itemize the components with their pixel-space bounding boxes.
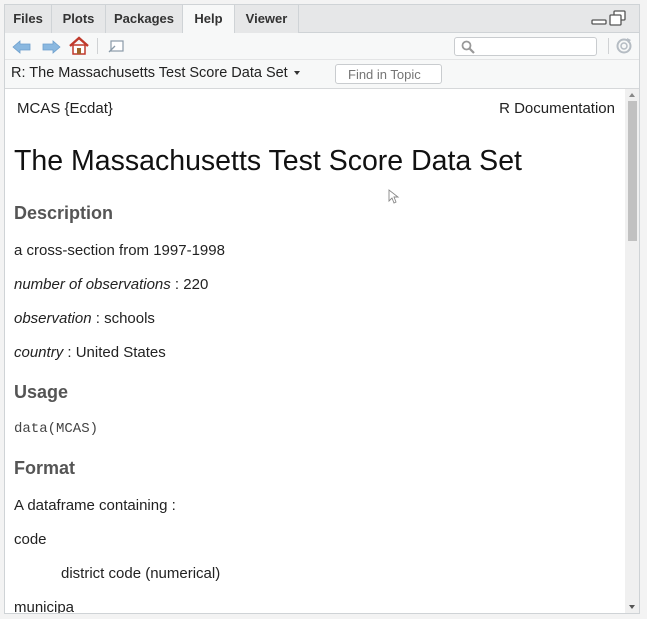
field-label: number of observations [14,276,171,293]
topic-title: R: The Massachusetts Test Score Data Set [11,65,288,81]
toolbar-separator [608,38,609,54]
tab-help[interactable]: Help [183,5,235,34]
scroll-down-icon[interactable] [629,605,635,609]
field-label: observation [14,310,92,327]
tab-packages[interactable]: Packages [106,5,183,33]
toolbar-separator [97,38,98,54]
topic-history-dropdown[interactable]: R: The Massachusetts Test Score Data Set [11,65,300,81]
field-value: : United States [63,344,166,361]
doc-package-label: MCAS {Ecdat} [17,100,113,117]
field-value: : schools [91,310,155,327]
tab-plots[interactable]: Plots [52,5,106,33]
minimize-pane-icon[interactable] [591,14,607,26]
usage-heading: Usage [14,382,69,402]
scroll-up-icon[interactable] [629,93,635,97]
description-heading: Description [14,203,114,223]
help-search-input[interactable] [454,37,597,56]
mouse-pointer-icon [388,189,400,204]
search-icon [461,40,475,54]
help-content: MCAS {Ecdat} R Documentation The Massach… [5,89,625,613]
doc-title: The Massachusetts Test Score Data Set [14,145,522,177]
help-pane: Files Plots Packages Help Viewer R: The … [4,4,640,614]
topic-bar: R: The Massachusetts Test Score Data Set [5,60,639,89]
tab-viewer[interactable]: Viewer [235,5,299,33]
field-observation: observation : schools [14,310,155,327]
refresh-icon[interactable] [615,37,633,55]
forward-arrow-icon[interactable] [41,40,61,54]
help-toolbar [5,33,639,60]
format-text: A dataframe containing : [14,497,176,514]
variable-name: code [14,531,47,548]
find-in-topic-input[interactable] [335,64,442,84]
usage-code: data(MCAS) [14,421,99,437]
variable-description: district code (numerical) [61,565,221,582]
field-value: : 220 [170,276,209,293]
open-in-new-window-icon[interactable] [107,39,125,54]
scrollbar-thumb[interactable] [628,101,637,241]
pane-tab-bar: Files Plots Packages Help Viewer [5,5,639,34]
description-text: a cross-section from 1997-1998 [14,242,225,259]
maximize-pane-icon[interactable] [609,10,627,26]
field-observations: number of observations : 220 [14,276,208,293]
field-country: country : United States [14,344,166,361]
doc-type-label: R Documentation [499,100,615,117]
vertical-scrollbar[interactable] [625,89,639,613]
tab-files[interactable]: Files [5,5,52,33]
chevron-down-icon [293,71,300,76]
back-arrow-icon[interactable] [12,40,32,54]
format-heading: Format [14,458,76,478]
variable-name: municipa [14,599,75,613]
home-icon[interactable] [68,36,90,56]
field-label: country [14,344,64,361]
